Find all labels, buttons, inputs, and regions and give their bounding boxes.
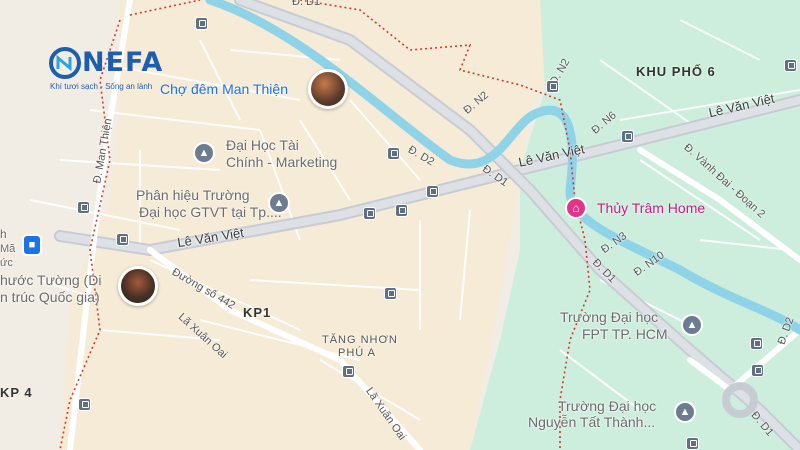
poi-photo-cho-dem[interactable] [308,69,348,109]
poi-label-phan-hieu-line2[interactable]: Đại học GTVT tại Tp.... [139,204,282,221]
area-label-kp1: KP1 [243,305,272,320]
poi-label-ntt-line1[interactable]: Trường Đại học [558,398,656,415]
bus-stop-icon[interactable] [750,337,763,350]
bus-stop-icon[interactable] [621,130,634,143]
bus-stop-icon[interactable] [387,147,400,160]
area-label-kp4: KP 4 [0,385,33,400]
logo-tagline: Khí tươi sạch - Sống an lành [50,82,153,91]
bus-stop-icon[interactable] [116,233,129,246]
school-icon[interactable]: ▲ [681,314,703,336]
logo-wordmark: NEFA [82,47,164,78]
bus-stop-icon[interactable] [77,201,90,214]
nefa-logo-mark-icon [49,47,81,79]
area-label-tang-nhon-phu-a-line1: TĂNG NHƠN [322,334,398,346]
bus-stop-icon[interactable] [395,204,408,217]
poi-label-fpt-line1[interactable]: Trường Đại học [560,309,658,326]
poi-photo-phuoc-tuong[interactable] [118,266,158,306]
poi-label-edge-uc: ức [0,257,13,269]
bus-stop-icon[interactable] [686,437,699,450]
bus-stop-icon[interactable] [78,398,91,411]
poi-label-phuoc-tuong-line1[interactable]: hước Tường (Di [0,272,101,289]
home-pin-icon[interactable]: ⌂ [565,197,587,219]
school-icon[interactable]: ▲ [674,401,696,423]
bus-stop-icon[interactable] [751,364,764,377]
street-label-d1-top: Đ. D1 [292,0,321,8]
nefa-logo: NEFA Khí tươi sạch - Sống an lành [48,46,173,96]
area-label-tang-nhon-phu-a-line2: PHÚ A [338,347,377,359]
bus-stop-icon[interactable] [546,80,559,93]
poi-label-fpt-line2[interactable]: FPT TP. HCM [582,326,668,343]
poi-label-phan-hieu-line1[interactable]: Phân hiệu Trường [136,187,250,204]
poi-label-cho-dem-man-thien[interactable]: Chợ đêm Man Thiện [160,81,288,97]
bus-stop-icon[interactable] [342,365,355,378]
poi-label-dh-tai-chinh-line2[interactable]: Chính - Marketing [226,154,337,171]
school-icon[interactable]: ▲ [193,142,215,164]
poi-label-phuoc-tuong-line2[interactable]: n trúc Quốc gia) [0,289,100,306]
poi-label-dh-tai-chinh-line1[interactable]: Đại Học Tài [226,137,299,154]
bus-stop-icon[interactable] [195,17,208,30]
bus-stop-icon[interactable] [426,185,439,198]
poi-label-ntt-line2[interactable]: Nguyễn Tất Thành... [528,414,655,431]
bus-stop-icon[interactable] [784,59,797,72]
poi-label-thuy-tram-home[interactable]: Thủy Trâm Home [597,200,705,216]
bus-stop-icon[interactable] [363,207,376,220]
school-icon[interactable]: ▲ [268,192,290,214]
shopping-bag-icon[interactable]: ■ [22,234,42,256]
area-label-khu-pho-6: KHU PHỐ 6 [636,64,716,79]
bus-stop-icon[interactable] [384,287,397,300]
